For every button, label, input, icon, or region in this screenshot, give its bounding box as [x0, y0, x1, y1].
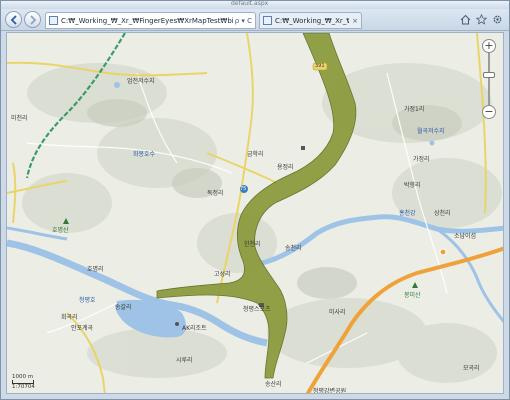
- road-number-label: 391: [315, 63, 325, 69]
- map-label: 가정1리: [404, 106, 425, 113]
- browser-toolbar: C:₩_Working_₩_Xr_₩FingerEyes₩XrMapTest₩b…: [1, 9, 509, 31]
- forward-arrow-icon: [29, 14, 36, 25]
- page-icon: [49, 16, 58, 25]
- map-label: 청평호: [79, 297, 96, 304]
- map-label: 송산리: [265, 381, 282, 388]
- map-label: 안포계곡: [71, 325, 94, 332]
- map-label: 한천리: [244, 241, 261, 248]
- home-icon[interactable]: [460, 14, 471, 25]
- zoom-slider-track[interactable]: [488, 53, 490, 105]
- map-label: 상천리: [434, 210, 451, 217]
- gear-icon[interactable]: [492, 14, 503, 25]
- map-label: 가정리: [413, 156, 430, 163]
- map-label: 고성리: [214, 271, 231, 278]
- map-label: 회곡리: [61, 314, 78, 321]
- right-toolbar-icons: [460, 14, 503, 25]
- zoom-out-button[interactable]: −: [482, 105, 496, 119]
- map-label: 금학리: [247, 151, 264, 158]
- map-label: 청평스포츠: [243, 306, 271, 313]
- map-label: 홍천강: [399, 210, 416, 217]
- title-bar: default.aspx: [1, 0, 509, 9]
- map-label: 소남이섬: [454, 233, 477, 240]
- map-view[interactable]: 엄전저수지 미천리 화봉호수 금학리 용정리 가정1리 월곡저수지 가정리 박향…: [6, 32, 504, 394]
- map-label: 엄전저수지: [127, 78, 155, 85]
- map-label: 미천리: [11, 115, 28, 122]
- back-button[interactable]: [5, 11, 22, 28]
- tab-second[interactable]: C:₩_Working_₩_Xr_₩Fi... ×: [259, 12, 362, 29]
- back-arrow-icon: [10, 14, 17, 25]
- browser-window: default.aspx C:₩_Working_₩_Xr_₩FingerEye…: [0, 0, 510, 400]
- road-number-label: 75: [240, 186, 247, 192]
- address-text[interactable]: C:₩_Working_₩_Xr_₩FingerEyes₩XrMapTest₩b…: [61, 17, 233, 25]
- star-icon[interactable]: [476, 14, 487, 25]
- address-controls[interactable]: ρ ▾ C: [235, 17, 252, 25]
- map-label: 봉미산: [404, 292, 421, 299]
- forward-button[interactable]: [24, 11, 41, 28]
- map-label: 월곡저수지: [417, 128, 445, 135]
- map-label: 미사리: [329, 309, 346, 316]
- page-icon: [263, 16, 272, 25]
- map-label: 모곡리: [463, 365, 480, 372]
- map-label: 화봉호수: [133, 151, 156, 158]
- map-label: 송갈리: [115, 304, 132, 311]
- map-label: 호명산: [52, 227, 69, 234]
- map-canvas[interactable]: [7, 33, 504, 394]
- map-label: 시루리: [176, 357, 193, 364]
- scale-ratio: 1:70704: [12, 384, 35, 390]
- scale-distance: 1000 m: [12, 374, 34, 380]
- tab-label: C:₩_Working_₩_Xr_₩Fi...: [275, 16, 349, 25]
- map-label: 용정리: [277, 164, 294, 171]
- map-label: 독정리: [207, 190, 224, 197]
- map-label: 박향리: [404, 182, 421, 189]
- map-label: AK리조트: [182, 325, 207, 332]
- zoom-slider-handle[interactable]: [483, 72, 495, 78]
- map-label: 호명리: [87, 266, 104, 273]
- close-tab-button[interactable]: ×: [352, 17, 358, 25]
- map-label: 청평강변공원: [313, 388, 347, 394]
- tab-active[interactable]: C:₩_Working_₩_Xr_₩FingerEyes₩XrMapTest₩b…: [45, 12, 256, 29]
- zoom-in-button[interactable]: +: [482, 39, 496, 53]
- map-label: 송천리: [285, 245, 302, 252]
- zoom-control: + −: [482, 39, 496, 119]
- map-scale: 1000 m 1:70704: [12, 374, 35, 390]
- window-title: default.aspx: [231, 0, 269, 7]
